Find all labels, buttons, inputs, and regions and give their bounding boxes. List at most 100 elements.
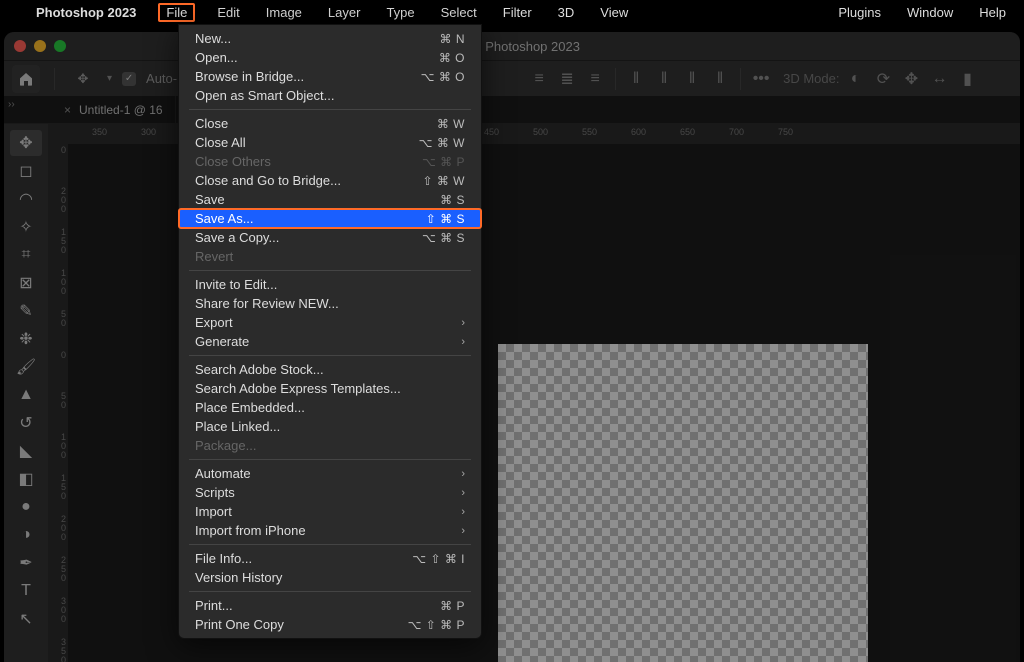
3d-pan-icon[interactable]: ✥ (899, 67, 923, 91)
close-tab-icon[interactable]: × (64, 103, 71, 117)
menu-item-shortcut: ⌥ ⌘ W (419, 136, 465, 150)
document-tabs: ›› × Untitled-1 @ 16 (4, 96, 1020, 124)
menu-item-automate[interactable]: Automate› (179, 464, 481, 483)
menu-item-import[interactable]: Import› (179, 502, 481, 521)
path-select-tool[interactable]: ↖ (10, 606, 42, 632)
ruler-tick: 350 (92, 127, 107, 137)
move-tool[interactable]: ✥ (10, 130, 42, 156)
menu-item-save-a-copy[interactable]: Save a Copy... ⌥ ⌘ S (179, 228, 481, 247)
heal-tool[interactable]: ❉ (10, 326, 42, 352)
minimize-window-icon[interactable] (34, 40, 46, 52)
3d-orbit-icon[interactable]: ◐ (843, 67, 867, 91)
ruler-tick: 600 (631, 127, 646, 137)
menu-edit[interactable]: Edit (213, 3, 243, 22)
menu-item-file-info[interactable]: File Info...⌥ ⇧ ⌘ I (179, 549, 481, 568)
align-icon[interactable]: ≡ (527, 67, 551, 91)
menu-item-label: Open... (195, 50, 238, 65)
gradient-tool[interactable]: ◧ (10, 466, 42, 492)
menu-item-close-all[interactable]: Close All⌥ ⌘ W (179, 133, 481, 152)
menu-item-search-adobe-express-templates[interactable]: Search Adobe Express Templates... (179, 379, 481, 398)
menu-item-label: Search Adobe Express Templates... (195, 381, 401, 396)
menu-item-import-from-iphone[interactable]: Import from iPhone› (179, 521, 481, 540)
canvas[interactable] (498, 344, 868, 662)
ruler-tick: 750 (778, 127, 793, 137)
chevron-right-icon: › (461, 468, 465, 480)
menu-view[interactable]: View (596, 3, 632, 22)
dodge-tool[interactable]: ◑ (10, 522, 42, 548)
menu-item-shortcut: ⌥ ⌘ S (422, 231, 465, 245)
3d-camera-icon[interactable]: ▮ (955, 67, 979, 91)
crop-tool[interactable]: ⌗ (10, 242, 42, 268)
menu-file[interactable]: File (158, 3, 195, 22)
zoom-window-icon[interactable] (54, 40, 66, 52)
eraser-tool[interactable]: ◣ (10, 438, 42, 464)
panel-expander-icon[interactable]: ›› (8, 99, 15, 110)
document-tab[interactable]: × Untitled-1 @ 16 (52, 96, 176, 123)
menu-item-version-history[interactable]: Version History (179, 568, 481, 587)
menu-item-close-and-go-to-bridge[interactable]: Close and Go to Bridge...⇧ ⌘ W (179, 171, 481, 190)
menu-item-export[interactable]: Export› (179, 313, 481, 332)
frame-tool[interactable]: ⊠ (10, 270, 42, 296)
ruler-tick: 3 5 0 (50, 638, 66, 662)
marquee-tool[interactable]: ◻ (10, 158, 42, 184)
menu-item-print[interactable]: Print...⌘ P (179, 596, 481, 615)
eyedropper-tool[interactable]: ✎ (10, 298, 42, 324)
menu-item-save[interactable]: Save⌘ S (179, 190, 481, 209)
tool-preset-icon[interactable]: ✥ (69, 71, 97, 87)
home-button[interactable] (12, 65, 40, 93)
menu-item-open[interactable]: Open...⌘ O (179, 48, 481, 67)
menu-select[interactable]: Select (437, 3, 481, 22)
stamp-tool[interactable]: ▲ (10, 382, 42, 408)
type-tool[interactable]: T (10, 578, 42, 604)
menu-item-save-as[interactable]: Save As...⇧ ⌘ S (179, 209, 481, 228)
menu-item-share-for-review-new[interactable]: Share for Review NEW... (179, 294, 481, 313)
menu-item-label: Open as Smart Object... (195, 88, 334, 103)
menu-3d[interactable]: 3D (554, 3, 579, 22)
menu-item-label: Save As... (195, 211, 254, 226)
distribute-icon-2[interactable]: ‖ (652, 67, 676, 91)
menu-item-shortcut: ⌘ P (440, 599, 465, 613)
3d-slide-icon[interactable]: ↔ (927, 67, 951, 91)
close-window-icon[interactable] (14, 40, 26, 52)
menu-item-new[interactable]: New...⌘ N (179, 29, 481, 48)
menu-layer[interactable]: Layer (324, 3, 365, 22)
3d-roll-icon[interactable]: ⟳ (871, 67, 895, 91)
menu-item-label: Revert (195, 249, 233, 264)
ruler-tick: 700 (729, 127, 744, 137)
menu-item-close[interactable]: Close⌘ W (179, 114, 481, 133)
menu-item-label: Search Adobe Stock... (195, 362, 324, 377)
menu-item-print-one-copy[interactable]: Print One Copy⌥ ⇧ ⌘ P (179, 615, 481, 634)
menu-window[interactable]: Window (903, 3, 957, 22)
auto-checkbox[interactable]: ✓ (122, 72, 136, 86)
pen-tool[interactable]: ✒ (10, 550, 42, 576)
menu-item-generate[interactable]: Generate› (179, 332, 481, 351)
menu-item-scripts[interactable]: Scripts› (179, 483, 481, 502)
lasso-tool[interactable]: ◠ (10, 186, 42, 212)
menu-item-invite-to-edit[interactable]: Invite to Edit... (179, 275, 481, 294)
history-brush-tool[interactable]: ↺ (10, 410, 42, 436)
menu-item-place-linked[interactable]: Place Linked... (179, 417, 481, 436)
menu-item-search-adobe-stock[interactable]: Search Adobe Stock... (179, 360, 481, 379)
menu-item-label: Browse in Bridge... (195, 69, 304, 84)
menu-image[interactable]: Image (262, 3, 306, 22)
distribute-icon[interactable]: ‖ (624, 67, 648, 91)
menu-item-browse-in-bridge[interactable]: Browse in Bridge...⌥ ⌘ O (179, 67, 481, 86)
distribute-icon-3[interactable]: ‖ (680, 67, 704, 91)
quick-select-tool[interactable]: ✧ (10, 214, 42, 240)
brush-tool[interactable]: 🖌 (10, 354, 42, 380)
chevron-down-icon[interactable]: ▾ (107, 73, 112, 84)
menu-filter[interactable]: Filter (499, 3, 536, 22)
blur-tool[interactable]: ● (10, 494, 42, 520)
app-name[interactable]: Photoshop 2023 (32, 3, 140, 22)
menu-plugins[interactable]: Plugins (834, 3, 885, 22)
distribute-icon-4[interactable]: ‖ (708, 67, 732, 91)
align-icon-3[interactable]: ≡ (583, 67, 607, 91)
menu-help[interactable]: Help (975, 3, 1010, 22)
ruler-tick: 550 (582, 127, 597, 137)
menu-item-place-embedded[interactable]: Place Embedded... (179, 398, 481, 417)
menu-item-label: Save a Copy... (195, 230, 279, 245)
menu-item-open-as-smart-object[interactable]: Open as Smart Object... (179, 86, 481, 105)
align-icon-2[interactable]: ≣ (555, 67, 579, 91)
more-icon[interactable]: ••• (749, 67, 773, 91)
menu-type[interactable]: Type (382, 3, 418, 22)
